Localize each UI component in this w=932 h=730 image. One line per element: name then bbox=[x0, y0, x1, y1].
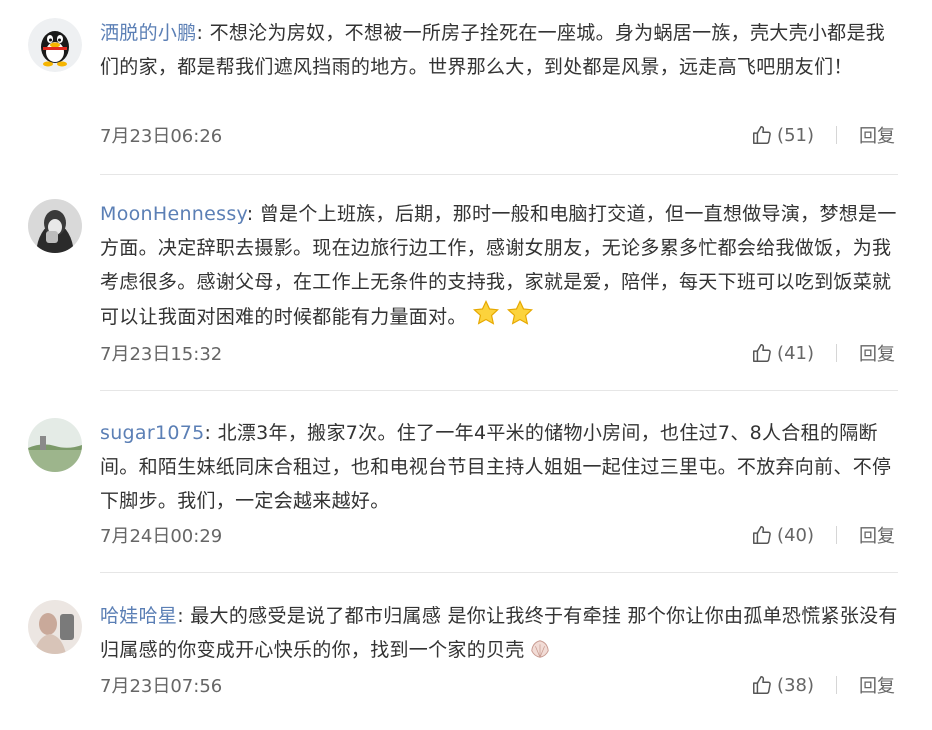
comment-meta: 7月23日07:56 (38) 回复 bbox=[100, 672, 895, 702]
photo-avatar-icon bbox=[28, 600, 82, 654]
like-count: (38) bbox=[777, 674, 814, 696]
username-link[interactable]: 洒脱的小鹏 bbox=[100, 22, 197, 44]
reply-button[interactable]: 回复 bbox=[859, 122, 895, 148]
like-count: (41) bbox=[777, 342, 814, 364]
username-colon: : bbox=[177, 605, 191, 627]
comment-meta: 7月23日15:32 (41) 回复 bbox=[100, 340, 895, 370]
username-link[interactable]: sugar1075 bbox=[100, 422, 205, 444]
like-button[interactable]: (40) bbox=[751, 524, 814, 546]
like-button[interactable]: (51) bbox=[751, 124, 814, 146]
user-avatar[interactable] bbox=[28, 199, 82, 253]
username-link[interactable]: 哈娃哈星 bbox=[100, 605, 177, 627]
comment-content: sugar1075: 北漂3年，搬家7次。住了一年4平米的储物小房间，也住过7、… bbox=[100, 416, 900, 518]
landscape-avatar-icon bbox=[28, 418, 82, 472]
like-button[interactable]: (41) bbox=[751, 342, 814, 364]
action-separator bbox=[836, 526, 837, 544]
user-avatar[interactable] bbox=[28, 18, 82, 72]
star-emoji-icon bbox=[471, 299, 501, 338]
reply-button[interactable]: 回复 bbox=[859, 522, 895, 548]
like-button[interactable]: (38) bbox=[751, 674, 814, 696]
star-emoji-icon bbox=[505, 299, 535, 338]
comment-timestamp: 7月23日07:56 bbox=[100, 676, 223, 697]
comment-timestamp: 7月24日00:29 bbox=[100, 526, 223, 547]
comment-actions: (38) 回复 bbox=[751, 672, 895, 698]
thumbs-up-icon bbox=[753, 126, 771, 144]
comment-actions: (41) 回复 bbox=[751, 340, 895, 366]
comment-divider bbox=[100, 390, 898, 391]
action-separator bbox=[836, 126, 837, 144]
like-count: (40) bbox=[777, 524, 814, 546]
comment-meta: 7月24日00:29 (40) 回复 bbox=[100, 522, 895, 552]
comment-actions: (40) 回复 bbox=[751, 522, 895, 548]
comment-divider bbox=[100, 174, 898, 175]
comment-text: 北漂3年，搬家7次。住了一年4平米的储物小房间，也住过7、8人合租的隔断间。和陌… bbox=[100, 422, 892, 512]
thumbs-up-icon bbox=[753, 344, 771, 362]
comment-timestamp: 7月23日15:32 bbox=[100, 344, 223, 365]
username-link[interactable]: MoonHennessy bbox=[100, 203, 247, 225]
comment-actions: (51) 回复 bbox=[751, 122, 895, 148]
reply-button[interactable]: 回复 bbox=[859, 340, 895, 366]
photo-avatar-icon bbox=[28, 199, 82, 253]
comment-content: 哈娃哈星: 最大的感受是说了都市归属感 是你让我终于有牵挂 那个你让你由孤单恐慌… bbox=[100, 599, 900, 671]
action-separator bbox=[836, 344, 837, 362]
action-separator bbox=[836, 676, 837, 694]
comment-meta: 7月23日06:26 (51) 回复 bbox=[100, 122, 895, 152]
comment-timestamp: 7月23日06:26 bbox=[100, 126, 223, 147]
shell-emoji-icon bbox=[529, 637, 551, 671]
reply-button[interactable]: 回复 bbox=[859, 672, 895, 698]
like-count: (51) bbox=[777, 124, 814, 146]
comment-content: 洒脱的小鹏: 不想沦为房奴，不想被一所房子拴死在一座城。身为蜗居一族，壳大壳小都… bbox=[100, 16, 900, 84]
username-colon: : bbox=[196, 22, 210, 44]
thumbs-up-icon bbox=[753, 676, 771, 694]
user-avatar[interactable] bbox=[28, 600, 82, 654]
user-avatar[interactable] bbox=[28, 418, 82, 472]
username-colon: : bbox=[246, 203, 260, 225]
thumbs-up-icon bbox=[753, 526, 771, 544]
comment-content: MoonHennessy: 曾是个上班族，后期，那时一般和电脑打交道，但一直想做… bbox=[100, 197, 900, 338]
comment-text: 最大的感受是说了都市归属感 是你让我终于有牵挂 那个你让你由孤单恐慌紧张没有归属… bbox=[100, 605, 898, 661]
comment-text: 不想沦为房奴，不想被一所房子拴死在一座城。身为蜗居一族，壳大壳小都是我们的家，都… bbox=[100, 22, 886, 78]
qq-penguin-icon bbox=[28, 18, 82, 72]
username-colon: : bbox=[204, 422, 218, 444]
comment-divider bbox=[100, 572, 898, 573]
